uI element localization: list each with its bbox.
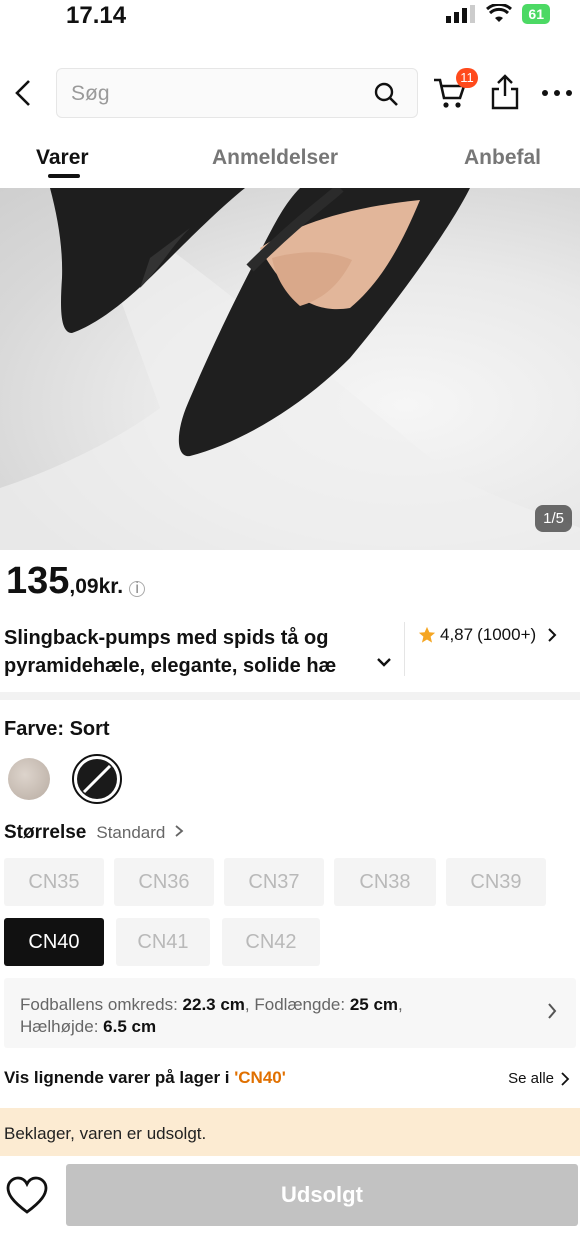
price: 135 ,09kr. i [6, 560, 146, 603]
star-icon [418, 626, 436, 643]
size-option-cn39[interactable]: CN39 [446, 858, 546, 906]
size-option-cn42[interactable]: CN42 [222, 918, 320, 966]
sold-out-notice: Beklager, varen er udsolgt. [0, 1108, 580, 1156]
tab-anmeldelser[interactable]: Anmeldelser [212, 146, 338, 170]
search-header: Søg 11 [0, 66, 580, 122]
similar-items-text: Vis lignende varer på lager i 'CN40' [4, 1068, 286, 1087]
size-option-cn36[interactable]: CN36 [114, 858, 214, 906]
status-bar: 17.14 61 [0, 0, 580, 44]
share-icon [491, 74, 519, 110]
size-option-cn37[interactable]: CN37 [224, 858, 324, 906]
sold-out-button[interactable]: Udsolgt [66, 1164, 578, 1226]
see-all-label: Se alle [508, 1070, 554, 1087]
tab-active-indicator [48, 174, 80, 178]
size-standard-text: Standard [96, 823, 166, 842]
sold-out-notice-text: Beklager, varen er udsolgt. [4, 1124, 207, 1143]
similar-items-row[interactable]: Vis lignende varer på lager i 'CN40' Se … [4, 1068, 576, 1096]
separator: , [398, 995, 403, 1014]
battery-indicator: 61 [522, 4, 550, 24]
color-label: Farve: Sort [4, 718, 110, 740]
share-button[interactable] [490, 74, 520, 110]
ball-label: Fodballens omkreds: [20, 995, 183, 1014]
info-icon[interactable]: i [129, 581, 146, 597]
image-counter: 1/5 [535, 505, 572, 532]
chevron-right-icon [561, 1071, 570, 1086]
length-label: , Fodlængde: [244, 995, 350, 1014]
length-value: 25 cm [349, 995, 399, 1014]
size-option-cn40[interactable]: CN40 [4, 918, 104, 966]
wifi-icon [486, 4, 513, 22]
tab-varer[interactable]: Varer [36, 146, 89, 170]
similar-prefix: Vis lignende varer på lager i [4, 1068, 235, 1087]
tab-anbefal[interactable]: Anbefal [464, 146, 541, 170]
chevron-right-icon [175, 825, 184, 837]
chevron-down-icon[interactable] [376, 656, 392, 668]
price-decimal: ,09kr. [69, 575, 124, 598]
size-option-cn35[interactable]: CN35 [4, 858, 104, 906]
size-label: Størrelse [4, 822, 87, 843]
wishlist-button[interactable] [6, 1176, 48, 1216]
similar-size: 'CN40' [234, 1068, 286, 1087]
price-integer: 135 [6, 560, 70, 602]
ball-value: 22.3 cm [182, 995, 245, 1014]
shoe-photo [0, 188, 580, 550]
status-time: 17.14 [66, 2, 127, 29]
more-button[interactable] [540, 78, 574, 108]
heel-value: 6.5 cm [103, 1017, 157, 1036]
chevron-right-icon [548, 1003, 557, 1019]
see-all-link[interactable]: Se alle [508, 1070, 570, 1087]
product-image[interactable]: 1/5 [0, 188, 580, 550]
color-swatch-beige[interactable] [8, 758, 50, 800]
size-option-cn41[interactable]: CN41 [116, 918, 210, 966]
size-standard-link[interactable]: Standard [96, 823, 184, 843]
measurement-text: Fodballens omkreds: 22.3 cm, Fodlængde: … [20, 994, 520, 1038]
size-header: Størrelse Standard [4, 822, 184, 844]
search-icon[interactable] [373, 81, 399, 107]
search-placeholder: Søg [71, 82, 110, 105]
color-swatch-black[interactable] [72, 754, 122, 804]
product-title-line1: Slingback-pumps med spids tå og [4, 627, 329, 649]
more-dots-icon [542, 90, 572, 96]
rating-value: 4,87 [440, 625, 474, 644]
cart-badge: 11 [456, 68, 478, 88]
measurement-info[interactable]: Fodballens omkreds: 22.3 cm, Fodlængde: … [4, 978, 576, 1048]
heel-label: Hælhøjde: [20, 1017, 104, 1036]
divider [404, 622, 405, 676]
signal-icon [446, 5, 476, 23]
size-option-cn38[interactable]: CN38 [334, 858, 436, 906]
search-input[interactable]: Søg [56, 68, 418, 118]
rating-count: (1000+) [477, 625, 537, 644]
product-tabs: Varer Anmeldelser Anbefal [0, 140, 580, 186]
heart-icon [6, 1176, 48, 1214]
rating[interactable]: 4,87 (1000+) [418, 625, 558, 645]
cart-button[interactable]: 11 [432, 68, 478, 112]
chevron-left-icon [15, 80, 30, 106]
product-title[interactable]: Slingback-pumps med spids tå og pyramide… [4, 624, 392, 680]
status-icons: 61 [446, 4, 550, 24]
back-button[interactable] [10, 78, 36, 108]
section-divider [0, 692, 580, 700]
chevron-right-icon [548, 628, 557, 642]
swatch-unavailable-icon [77, 759, 117, 799]
product-title-line2: pyramidehæle, elegante, solide hæ [4, 655, 337, 677]
